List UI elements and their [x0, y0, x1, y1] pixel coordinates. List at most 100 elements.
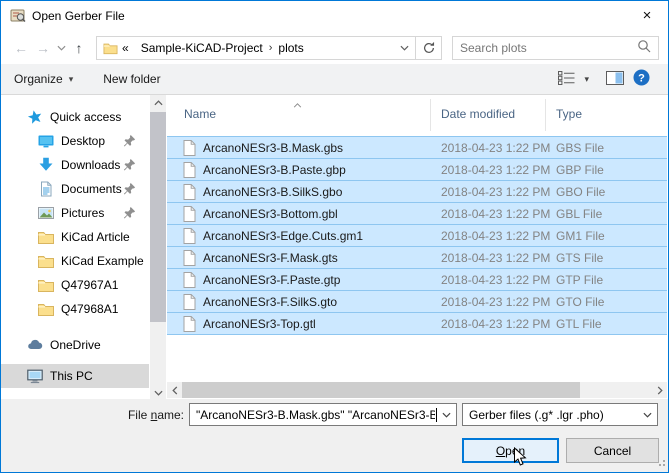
breadcrumb-plots[interactable]: plots [278, 41, 303, 55]
file-date-modified: 2018-04-23 1:22 PM [441, 163, 556, 177]
sidebar-item-q47967a1[interactable]: Q47967A1 [1, 273, 149, 297]
sidebar-item-quick-access[interactable]: Quick access [1, 105, 149, 129]
file-row[interactable]: ArcanoNESr3-B.SilkS.gbo 2018-04-23 1:22 … [167, 181, 667, 203]
file-date-modified: 2018-04-23 1:22 PM [441, 185, 556, 199]
details-view-icon[interactable] [558, 71, 575, 88]
organize-button[interactable]: Organize ▾ [14, 72, 73, 86]
pin-icon [123, 182, 136, 195]
sidebar-item-kicad-article[interactable]: KiCad Article [1, 225, 149, 249]
file-date-modified: 2018-04-23 1:22 PM [441, 273, 556, 287]
scrollbar-thumb[interactable] [150, 112, 166, 322]
file-type-value[interactable]: Gerber files (.g* .lgr .pho) [469, 408, 604, 422]
pictures-icon [38, 205, 54, 221]
file-name: ArcanoNESr3-F.Mask.gts [203, 251, 441, 265]
forward-icon[interactable]: → [32, 37, 54, 59]
navigation-row: ← → ↑ « Sample-KiCAD-Project › plots [1, 31, 668, 64]
file-name-combobox[interactable]: "ArcanoNESr3-B.Mask.gbs" "ArcanoNESr3-B. [189, 403, 457, 426]
sidebar-item-pictures[interactable]: Pictures [1, 201, 149, 225]
file-name: ArcanoNESr3-Bottom.gbl [203, 207, 441, 221]
column-header-date-modified[interactable]: Date modified [441, 107, 515, 121]
address-bar[interactable]: « Sample-KiCAD-Project › plots [96, 36, 416, 60]
sidebar-item-label: Downloads [61, 158, 120, 172]
resize-grip-icon[interactable] [655, 456, 666, 470]
scroll-left-icon[interactable] [167, 382, 182, 398]
column-header-name[interactable]: Name [184, 107, 216, 121]
file-row[interactable]: ArcanoNESr3-Bottom.gbl 2018-04-23 1:22 P… [167, 203, 667, 225]
column-divider[interactable] [430, 99, 431, 131]
search-input[interactable] [460, 41, 637, 55]
new-folder-button[interactable]: New folder [103, 72, 160, 86]
file-date-modified: 2018-04-23 1:22 PM [441, 229, 556, 243]
sidebar-item-label: Documents [61, 182, 122, 196]
file-date-modified: 2018-04-23 1:22 PM [441, 251, 556, 265]
scrollbar-thumb[interactable] [182, 382, 580, 398]
file-type: GTP File [556, 273, 603, 287]
preview-pane-icon[interactable] [606, 71, 624, 88]
file-name: ArcanoNESr3-Top.gtl [203, 317, 441, 331]
breadcrumb-project[interactable]: Sample-KiCAD-Project [141, 41, 263, 55]
column-divider[interactable] [545, 99, 546, 131]
view-dropdown-icon[interactable]: ▾ [584, 74, 589, 85]
file-list-pane: Name Date modified Type ArcanoNESr3-B.Ma… [167, 95, 667, 401]
file-row[interactable]: ArcanoNESr3-F.Paste.gtp 2018-04-23 1:22 … [167, 269, 667, 291]
file-icon [183, 250, 196, 266]
file-date-modified: 2018-04-23 1:22 PM [441, 207, 556, 221]
file-icon [183, 162, 196, 178]
search-icon[interactable] [637, 39, 651, 56]
scroll-right-icon[interactable] [652, 382, 667, 398]
pin-icon [123, 158, 136, 171]
sidebar-item-documents[interactable]: Documents [1, 177, 149, 201]
sidebar-item-desktop[interactable]: Desktop [1, 129, 149, 153]
column-header-type[interactable]: Type [556, 107, 582, 121]
scroll-up-icon[interactable] [150, 95, 166, 111]
up-icon[interactable]: ↑ [68, 37, 90, 59]
quick-access-icon [27, 109, 43, 125]
desktop-icon [38, 133, 54, 149]
file-list: ArcanoNESr3-B.Mask.gbs 2018-04-23 1:22 P… [167, 136, 667, 335]
open-button[interactable]: Open [462, 438, 559, 463]
window-title: Open Gerber File [32, 9, 125, 23]
file-row[interactable]: ArcanoNESr3-B.Paste.gbp 2018-04-23 1:22 … [167, 159, 667, 181]
file-row[interactable]: ArcanoNESr3-F.Mask.gts 2018-04-23 1:22 P… [167, 247, 667, 269]
close-button[interactable]: × [626, 1, 668, 29]
back-icon[interactable]: ← [10, 37, 32, 59]
file-type: GBS File [556, 141, 604, 155]
file-icon [183, 206, 196, 222]
app-icon [10, 8, 26, 24]
folder-icon [38, 277, 54, 293]
sidebar-scrollbar[interactable] [150, 95, 166, 401]
file-icon [183, 228, 196, 244]
file-name: ArcanoNESr3-B.Mask.gbs [203, 141, 441, 155]
sidebar-item-q47968a1[interactable]: Q47968A1 [1, 297, 149, 321]
list-header: Name Date modified Type [167, 95, 667, 135]
sidebar-item-kicad-example[interactable]: KiCad Example [1, 249, 149, 273]
file-row[interactable]: ArcanoNESr3-Edge.Cuts.gm1 2018-04-23 1:2… [167, 225, 667, 247]
file-name-value[interactable]: "ArcanoNESr3-B.Mask.gbs" "ArcanoNESr3-B. [196, 408, 435, 422]
sidebar-item-label: Quick access [50, 110, 121, 124]
file-type: GBL File [556, 207, 602, 221]
address-dropdown-icon[interactable] [393, 37, 415, 59]
sidebar-item-label: Pictures [61, 206, 104, 220]
breadcrumb-overflow[interactable]: « [122, 41, 129, 55]
file-icon [183, 272, 196, 288]
refresh-icon[interactable] [416, 36, 442, 60]
file-icon [183, 316, 196, 332]
file-row[interactable]: ArcanoNESr3-F.SilkS.gto 2018-04-23 1:22 … [167, 291, 667, 313]
organize-label: Organize [14, 72, 63, 86]
sort-ascending-icon [293, 97, 302, 111]
file-type: GBP File [556, 163, 604, 177]
chevron-down-icon[interactable] [437, 404, 456, 425]
scrollbar-track[interactable] [182, 382, 652, 398]
sidebar-item-onedrive[interactable]: OneDrive [1, 333, 149, 357]
file-row[interactable]: ArcanoNESr3-Top.gtl 2018-04-23 1:22 PM G… [167, 313, 667, 335]
horizontal-scrollbar[interactable] [167, 382, 667, 398]
sidebar-item-this-pc[interactable]: This PC [1, 364, 149, 388]
folder-icon [103, 41, 118, 55]
sidebar-item-downloads[interactable]: Downloads [1, 153, 149, 177]
file-type-filter[interactable]: Gerber files (.g* .lgr .pho) [462, 403, 658, 426]
help-icon[interactable]: ? [633, 69, 650, 89]
chevron-down-icon[interactable] [638, 404, 657, 425]
history-chevron-icon[interactable] [54, 37, 68, 59]
cancel-button[interactable]: Cancel [566, 438, 659, 463]
file-row[interactable]: ArcanoNESr3-B.Mask.gbs 2018-04-23 1:22 P… [167, 137, 667, 159]
